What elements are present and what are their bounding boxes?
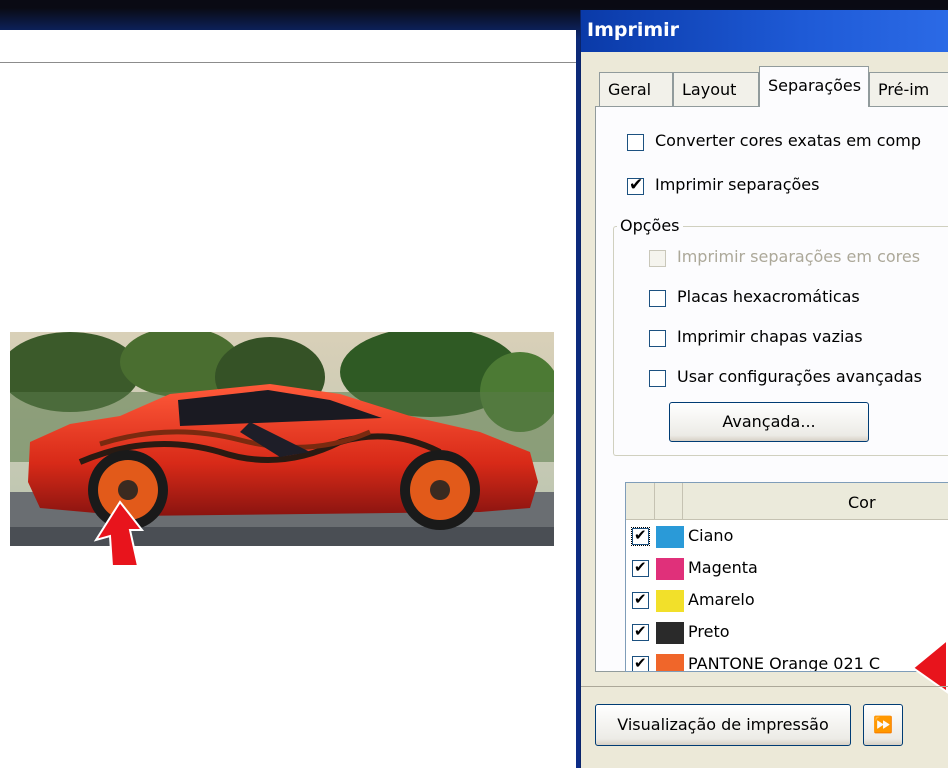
table-row[interactable]: ✔ Amarelo bbox=[626, 585, 948, 617]
row-color-name: PANTONE Orange 021 C bbox=[688, 654, 881, 672]
table-row[interactable]: ✔ Preto bbox=[626, 617, 948, 649]
dialog-title: Imprimir bbox=[587, 19, 680, 41]
checkmark-icon: ✔ bbox=[634, 526, 647, 544]
row-color-name: Preto bbox=[688, 622, 730, 641]
checkmark-icon: ✔ bbox=[634, 622, 647, 640]
color-separations-checkbox[interactable] bbox=[649, 250, 666, 267]
row-checkbox[interactable]: ✔ bbox=[632, 622, 649, 641]
table-header: Cor bbox=[626, 483, 948, 520]
advanced-settings-checkbox[interactable] bbox=[649, 370, 666, 387]
tab-separacoes[interactable]: Separações bbox=[759, 66, 869, 107]
table-header-check-col[interactable] bbox=[626, 483, 655, 519]
advanced-settings-label: Usar configurações avançadas bbox=[677, 367, 922, 386]
checkmark-icon: ✔ bbox=[634, 558, 647, 576]
table-row[interactable]: ✔ Magenta bbox=[626, 553, 948, 585]
row-checkbox[interactable]: ✔ bbox=[632, 590, 649, 609]
checkmark-icon: ✔ bbox=[629, 175, 644, 195]
tab-layout[interactable]: Layout bbox=[673, 72, 759, 106]
color-swatch bbox=[656, 558, 684, 580]
color-swatch bbox=[656, 526, 684, 548]
table-row[interactable]: ✔ Ciano bbox=[626, 521, 948, 553]
color-separations-label: Imprimir separações em cores bbox=[677, 247, 921, 266]
dialog-titlebar[interactable]: Imprimir bbox=[581, 10, 948, 52]
footer-separator bbox=[581, 686, 948, 687]
hexachrome-label: Placas hexacromáticas bbox=[677, 287, 860, 306]
print-dialog: Imprimir Geral Layout Separações Pré-im … bbox=[580, 10, 948, 768]
print-empty-plates-checkbox[interactable] bbox=[649, 330, 666, 347]
print-separations-checkbox[interactable]: ✔ bbox=[627, 175, 644, 195]
row-checkbox[interactable]: ✔ bbox=[632, 558, 649, 577]
print-preview-pane bbox=[0, 30, 576, 768]
checkmark-icon: ✔ bbox=[634, 590, 647, 608]
color-swatch bbox=[656, 590, 684, 612]
table-row[interactable]: ✔ PANTONE Orange 021 C bbox=[626, 649, 948, 672]
hexachrome-checkbox[interactable] bbox=[649, 290, 666, 307]
color-swatch bbox=[656, 654, 684, 671]
advanced-button[interactable]: Avançada... bbox=[669, 402, 869, 442]
row-color-name: Ciano bbox=[688, 526, 734, 545]
dialog-tabs: Geral Layout Separações Pré-im bbox=[599, 66, 948, 107]
preview-divider bbox=[0, 62, 576, 63]
options-group-legend: Opções bbox=[617, 216, 683, 235]
convert-spot-label: Converter cores exatas em comp bbox=[655, 131, 922, 150]
convert-spot-checkbox[interactable] bbox=[627, 134, 644, 151]
row-color-name: Magenta bbox=[688, 558, 758, 577]
row-checkbox[interactable]: ✔ bbox=[631, 526, 650, 546]
red-arrow-wheel-icon bbox=[93, 500, 145, 567]
print-empty-plates-label: Imprimir chapas vazias bbox=[677, 327, 863, 346]
table-header-cor[interactable]: Cor bbox=[848, 493, 876, 512]
print-preview-button[interactable]: Visualização de impressão bbox=[595, 704, 851, 746]
tab-geral[interactable]: Geral bbox=[599, 72, 673, 106]
double-chevron-right-icon[interactable]: ⏩ bbox=[863, 704, 903, 746]
color-swatch bbox=[656, 622, 684, 644]
tab-pre-impressao[interactable]: Pré-im bbox=[869, 72, 948, 106]
separations-color-table: Cor ✔ Ciano ✔ Magenta ✔ Amarelo ✔ Preto … bbox=[625, 482, 948, 672]
table-header-swatch-col[interactable] bbox=[654, 483, 683, 519]
row-color-name: Amarelo bbox=[688, 590, 755, 609]
checkmark-icon: ✔ bbox=[634, 654, 647, 672]
print-separations-label: Imprimir separações bbox=[655, 175, 820, 194]
row-checkbox[interactable]: ✔ bbox=[632, 654, 649, 672]
